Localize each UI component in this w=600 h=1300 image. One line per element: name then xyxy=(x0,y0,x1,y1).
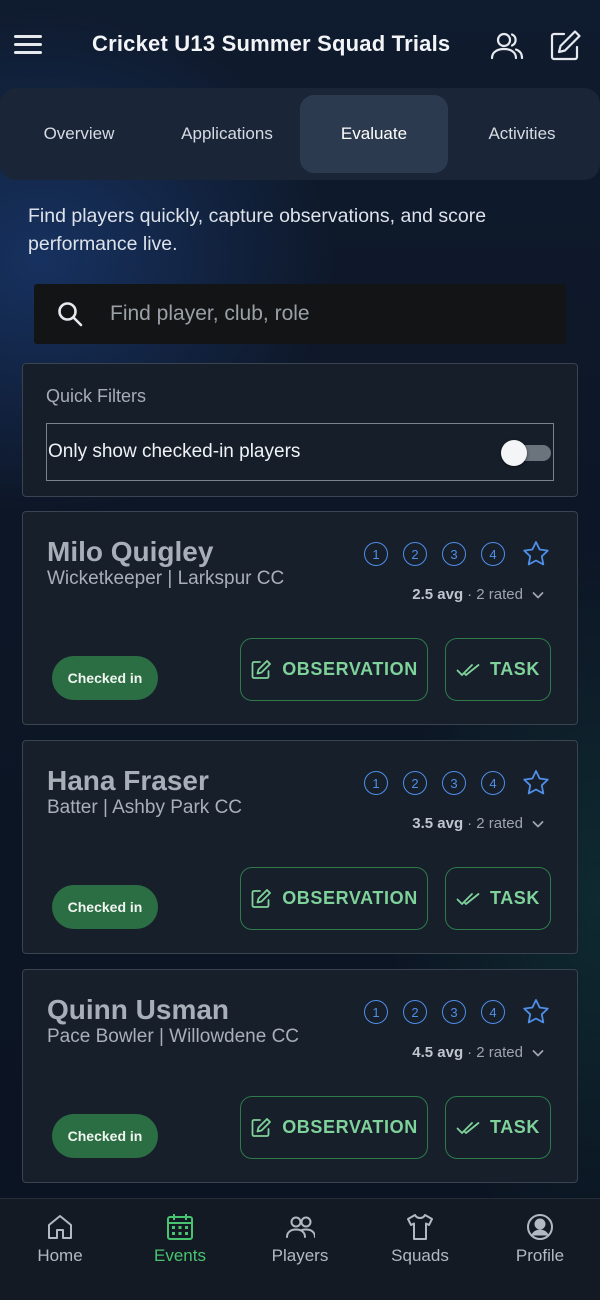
task-button[interactable]: TASK xyxy=(445,638,551,701)
tab-evaluate[interactable]: Evaluate xyxy=(300,95,448,173)
rating-button-3[interactable]: 3 xyxy=(442,542,466,566)
chevron-down-icon xyxy=(532,591,544,598)
home-icon xyxy=(48,1215,72,1239)
task-label: TASK xyxy=(489,659,541,679)
shirt-icon xyxy=(407,1214,433,1240)
search-icon xyxy=(58,302,83,327)
tab-overview[interactable]: Overview xyxy=(5,95,153,173)
nav-squads[interactable]: Squads xyxy=(360,1199,480,1300)
player-name: Hana Fraser xyxy=(47,765,209,796)
average-rating: 3.5 avg xyxy=(412,815,464,832)
nav-players[interactable]: Players xyxy=(240,1199,360,1300)
double-check-icon xyxy=(456,892,480,905)
checked-in-filter-label: Only show checked-in players xyxy=(48,441,301,462)
search-bar xyxy=(34,284,566,344)
observation-label: OBSERVATION xyxy=(282,659,418,679)
rated-count: · 2 rated xyxy=(467,815,523,832)
nav-label: Profile xyxy=(515,1246,565,1265)
checked-in-filter-row: Only show checked-in players xyxy=(46,423,554,481)
rating-button-2[interactable]: 2 xyxy=(403,542,427,566)
observation-button[interactable]: OBSERVATION xyxy=(240,867,428,930)
observation-button[interactable]: OBSERVATION xyxy=(240,1096,428,1159)
toggle-knob xyxy=(501,440,527,466)
nav-home[interactable]: Home xyxy=(0,1199,120,1300)
rating-button-3[interactable]: 3 xyxy=(442,771,466,795)
rating-button-2[interactable]: 2 xyxy=(403,771,427,795)
rating-button-1[interactable]: 1 xyxy=(364,1000,388,1024)
quick-filters-title: Quick Filters xyxy=(46,386,147,406)
edit-icon xyxy=(251,659,272,679)
task-button[interactable]: TASK xyxy=(445,867,551,930)
star-icon[interactable] xyxy=(521,997,551,1027)
star-icon[interactable] xyxy=(521,539,551,569)
tab-applications[interactable]: Applications xyxy=(153,95,301,173)
event-tabs: Overview Applications Evaluate Activitie… xyxy=(0,88,600,180)
tab-activities[interactable]: Activities xyxy=(448,95,596,173)
app-header: Cricket U13 Summer Squad Trials xyxy=(0,0,600,92)
people-icon xyxy=(286,1216,315,1238)
page-title: Cricket U13 Summer Squad Trials xyxy=(92,31,451,56)
intro-text: Find players quickly, capture observatio… xyxy=(28,205,487,255)
nav-label: Events xyxy=(154,1246,206,1265)
star-icon[interactable] xyxy=(521,768,551,798)
double-check-icon xyxy=(456,663,480,676)
rating-summary[interactable]: 2.5 avg · 2 rated xyxy=(412,586,545,603)
edit-square-icon[interactable] xyxy=(547,28,583,64)
player-name: Milo Quigley xyxy=(47,536,214,567)
rating-button-3[interactable]: 3 xyxy=(442,1000,466,1024)
player-card: Quinn Usman Pace Bowler | Willowdene CC 1 2… xyxy=(22,969,578,1183)
rated-count: · 2 rated xyxy=(467,1044,523,1061)
nav-events[interactable]: Events xyxy=(120,1199,240,1300)
rating-button-4[interactable]: 4 xyxy=(481,771,505,795)
edit-icon xyxy=(251,888,272,908)
player-role-club: Pace Bowler | Willowdene CC xyxy=(47,1026,300,1047)
double-check-icon xyxy=(456,1121,480,1134)
edit-icon xyxy=(251,1117,272,1137)
player-role-club: Batter | Ashby Park CC xyxy=(47,797,243,818)
calendar-icon xyxy=(167,1214,193,1240)
status-badge: Checked in xyxy=(52,885,158,929)
rating-button-4[interactable]: 4 xyxy=(481,542,505,566)
nav-label: Squads xyxy=(391,1246,449,1265)
chevron-down-icon xyxy=(532,1049,544,1056)
player-card: Milo Quigley Wicketkeeper | Larkspur CC 1 2… xyxy=(22,511,578,725)
rated-count: · 2 rated xyxy=(467,586,523,603)
player-role-club: Wicketkeeper | Larkspur CC xyxy=(47,568,285,589)
average-rating: 2.5 avg xyxy=(412,586,464,603)
profile-icon xyxy=(527,1214,553,1240)
rating-button-1[interactable]: 1 xyxy=(364,771,388,795)
rating-button-4[interactable]: 4 xyxy=(481,1000,505,1024)
rating-button-2[interactable]: 2 xyxy=(403,1000,427,1024)
checked-in-toggle[interactable] xyxy=(501,440,553,466)
search-input[interactable] xyxy=(110,292,540,336)
rating-summary[interactable]: 4.5 avg · 2 rated xyxy=(412,1044,545,1061)
nav-profile[interactable]: Profile xyxy=(480,1199,600,1300)
quick-filters-card: Quick Filters Only show checked-in playe… xyxy=(22,363,578,497)
task-label: TASK xyxy=(489,1117,541,1137)
task-label: TASK xyxy=(489,888,541,908)
status-badge: Checked in xyxy=(52,1114,158,1158)
observation-button[interactable]: OBSERVATION xyxy=(240,638,428,701)
average-rating: 4.5 avg xyxy=(412,1044,464,1061)
bottom-navigation: Home Events Players Squads Profile xyxy=(0,1198,600,1300)
nav-label: Home xyxy=(37,1246,83,1265)
player-name: Quinn Usman xyxy=(47,994,230,1025)
nav-label: Players xyxy=(271,1246,329,1265)
status-badge: Checked in xyxy=(52,656,158,700)
hamburger-menu-icon[interactable] xyxy=(14,33,42,57)
player-card: Hana Fraser Batter | Ashby Park CC 1 2 3 4 3.… xyxy=(22,740,578,954)
people-icon[interactable] xyxy=(489,28,525,64)
rating-summary[interactable]: 3.5 avg · 2 rated xyxy=(412,815,545,832)
chevron-down-icon xyxy=(532,820,544,827)
observation-label: OBSERVATION xyxy=(282,888,418,908)
task-button[interactable]: TASK xyxy=(445,1096,551,1159)
rating-button-1[interactable]: 1 xyxy=(364,542,388,566)
observation-label: OBSERVATION xyxy=(282,1117,418,1137)
